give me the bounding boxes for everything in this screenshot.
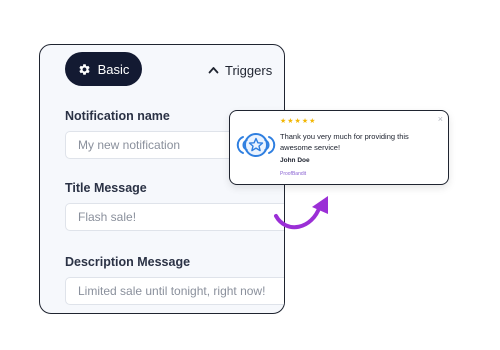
gear-icon (78, 63, 91, 76)
title-message-value: Flash sale! (78, 210, 137, 224)
notification-preview: ★★★★★ Thank you very much for providing … (229, 110, 449, 185)
review-badge-icon (233, 131, 279, 164)
tab-basic-label: Basic (97, 61, 130, 77)
notification-name-placeholder: My new notification (78, 138, 181, 152)
title-message-label: Title Message (65, 181, 147, 195)
close-icon[interactable]: × (438, 114, 443, 124)
tab-basic[interactable]: Basic (65, 52, 142, 86)
star-rating: ★★★★★ (280, 118, 317, 125)
description-message-value: Limited sale until tonight, right now! (78, 284, 266, 298)
canvas: Basic Triggers Notification name My new … (0, 0, 500, 350)
description-message-input[interactable]: Limited sale until tonight, right now! (65, 277, 284, 305)
brand-credit[interactable]: ProofBandit (280, 171, 306, 177)
curved-arrow-icon (268, 190, 338, 245)
review-author: John Doe (280, 157, 310, 164)
tab-triggers[interactable]: Triggers (208, 60, 272, 80)
tab-triggers-label: Triggers (225, 62, 273, 78)
chevron-up-icon (208, 66, 219, 74)
review-message: Thank you very much for providing this a… (280, 132, 409, 152)
notification-name-label: Notification name (65, 109, 170, 123)
description-message-label: Description Message (65, 255, 191, 269)
title-message-input[interactable]: Flash sale! (65, 203, 284, 231)
